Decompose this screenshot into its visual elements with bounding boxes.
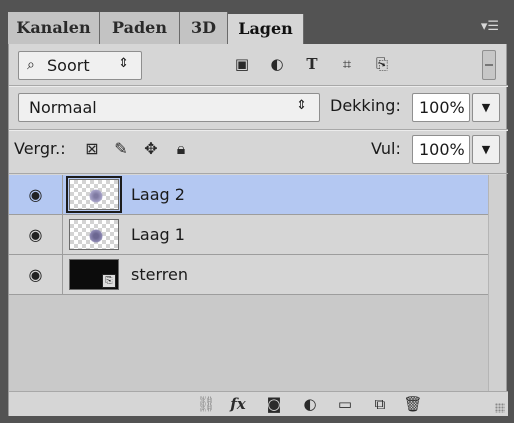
layer-style-fx-icon[interactable]: fx — [227, 393, 249, 415]
panel-body: ⌕ Soort ⇕ ▣ ◐ T ⌗ ⎘ Normaal ⇕ Dekking: 1… — [8, 44, 508, 416]
layer-name[interactable]: Laag 1 — [131, 225, 185, 244]
adjustment-layer-filter-icon[interactable]: ◐ — [267, 54, 287, 74]
resize-grip[interactable] — [495, 403, 505, 413]
pixel-layer-filter-icon[interactable]: ▣ — [232, 54, 252, 74]
search-icon: ⌕ — [27, 57, 35, 73]
layer-row[interactable]: ◉ Laag 2 — [9, 175, 488, 215]
filter-toggle-switch[interactable] — [482, 50, 496, 80]
tab-3d[interactable]: 3D — [180, 12, 228, 44]
fill-dropdown-button[interactable]: ▼ — [472, 135, 500, 164]
blend-mode-value: Normaal — [29, 98, 97, 117]
delete-trash-icon[interactable]: 🗑︎ — [402, 393, 424, 415]
lock-label: Vergr.: — [14, 139, 66, 158]
layer-name[interactable]: sterren — [131, 265, 188, 284]
layer-row[interactable]: ◉ ⎘ sterren — [9, 255, 488, 295]
new-layer-icon[interactable]: ⧉ — [369, 393, 391, 415]
opacity-dropdown-button[interactable]: ▼ — [472, 93, 500, 122]
smart-object-icon: ⎘ — [102, 274, 116, 288]
layer-row[interactable]: ◉ Laag 1 — [9, 215, 488, 255]
panel-left-frame — [0, 12, 8, 416]
smart-object-filter-icon[interactable]: ⎘ — [372, 54, 392, 74]
shape-layer-filter-icon[interactable]: ⌗ — [337, 54, 357, 74]
panel-right-frame — [507, 12, 514, 416]
filter-kind-select[interactable]: ⌕ Soort ⇕ — [18, 51, 142, 80]
layer-thumbnail[interactable] — [69, 219, 119, 250]
divider — [9, 173, 508, 174]
lock-all-icon[interactable]: 🔒︎ — [170, 138, 192, 160]
panel-bottom-frame — [0, 416, 514, 423]
fill-value: 100% — [419, 140, 465, 159]
opacity-input[interactable]: 100% — [412, 93, 470, 122]
bottom-toolbar: ⛓ fx ◙ ◐ ▭ ⧉ 🗑︎ — [9, 391, 508, 416]
layers-panel: Kanalen Paden 3D Lagen ▾☰ ⌕ Soort ⇕ ▣ ◐ … — [0, 0, 514, 423]
divider — [9, 130, 508, 131]
fill-label: Vul: — [371, 139, 401, 158]
layer-thumbnail[interactable] — [66, 176, 122, 213]
visibility-eye-icon[interactable]: ◉ — [9, 255, 63, 295]
type-layer-filter-icon[interactable]: T — [302, 54, 322, 74]
opacity-value: 100% — [419, 98, 465, 117]
layer-thumbnail[interactable]: ⎘ — [69, 259, 119, 290]
chevron-updown-icon: ⇕ — [118, 56, 129, 71]
panel-menu-icon[interactable]: ▾☰ — [479, 18, 501, 36]
tab-kanalen[interactable]: Kanalen — [8, 12, 100, 44]
filter-kind-label: Soort — [47, 56, 90, 75]
layer-list-scrollbar[interactable] — [488, 175, 506, 391]
visibility-eye-icon[interactable]: ◉ — [9, 175, 63, 215]
add-mask-icon[interactable]: ◙ — [263, 393, 285, 415]
new-group-folder-icon[interactable]: ▭ — [334, 393, 356, 415]
tab-lagen[interactable]: Lagen — [228, 14, 304, 44]
link-layers-icon[interactable]: ⛓ — [195, 393, 217, 415]
lock-position-icon[interactable]: ✥ — [140, 138, 162, 160]
adjustment-layer-icon[interactable]: ◐ — [299, 393, 321, 415]
fill-input[interactable]: 100% — [412, 135, 470, 164]
lock-image-pixels-icon[interactable]: ✎ — [110, 138, 132, 160]
chevron-updown-icon: ⇕ — [296, 98, 307, 113]
lock-transparent-pixels-icon[interactable]: ⊠ — [81, 138, 103, 160]
opacity-label: Dekking: — [330, 96, 401, 115]
visibility-eye-icon[interactable]: ◉ — [9, 215, 63, 255]
layer-name[interactable]: Laag 2 — [131, 185, 185, 204]
layer-list: ◉ Laag 2 ◉ Laag 1 ◉ ⎘ sterren — [9, 175, 488, 391]
tab-paden[interactable]: Paden — [100, 12, 180, 44]
divider — [9, 86, 508, 87]
panel-top-frame — [0, 0, 514, 12]
blend-mode-select[interactable]: Normaal ⇕ — [18, 93, 320, 122]
tab-bar: Kanalen Paden 3D Lagen ▾☰ — [8, 12, 507, 44]
